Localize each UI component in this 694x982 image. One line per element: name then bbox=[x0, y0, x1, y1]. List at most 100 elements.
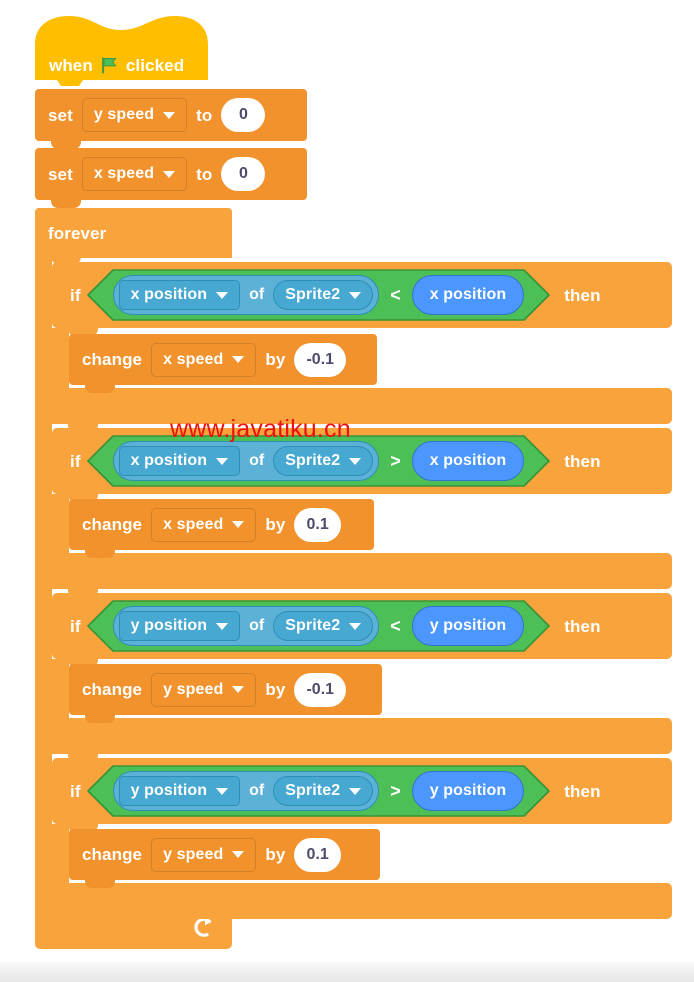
sensing-of-block-0[interactable]: x position of Sprite2 bbox=[112, 275, 380, 315]
if-spine-3 bbox=[52, 824, 69, 883]
block-notch bbox=[85, 550, 115, 558]
value-input-1[interactable]: 0 bbox=[221, 157, 266, 191]
property-dropdown-0[interactable]: x position bbox=[118, 280, 241, 310]
change-amount-input-1[interactable]: 0.1 bbox=[294, 507, 341, 542]
if-block-2[interactable]: if y position of Sprite2 < y position th… bbox=[52, 593, 672, 659]
if-block-3[interactable]: if y position of Sprite2 > y position th… bbox=[52, 758, 672, 824]
change-variable-block-0[interactable]: change x speed by -0.1 bbox=[69, 334, 377, 393]
if-block-1[interactable]: if x position of Sprite2 > x position th… bbox=[52, 428, 672, 494]
variable-dropdown-3[interactable]: y speed bbox=[151, 837, 257, 872]
if-label: if bbox=[70, 616, 81, 636]
greater-than-operator-1[interactable]: x position of Sprite2 > x position bbox=[86, 435, 551, 487]
if-bottom-notch-3 bbox=[68, 919, 98, 927]
motion-reporter-3[interactable]: y position bbox=[411, 771, 525, 811]
change-verb-label: change bbox=[82, 680, 143, 699]
by-connector-label: by bbox=[265, 680, 286, 699]
if-footer-1[interactable] bbox=[52, 553, 672, 589]
variable-dropdown-1[interactable]: x speed bbox=[151, 507, 257, 542]
change-variable-block-1[interactable]: change x speed by 0.1 bbox=[69, 499, 374, 558]
property-dropdown-1[interactable]: x position bbox=[118, 446, 241, 476]
change-amount-input-2[interactable]: -0.1 bbox=[294, 672, 347, 707]
property-dropdown-3[interactable]: y position bbox=[118, 776, 241, 806]
chevron-down-icon bbox=[163, 170, 176, 178]
variable-dropdown-label: y speed bbox=[163, 845, 224, 863]
sensing-of-block-3[interactable]: y position of Sprite2 bbox=[112, 771, 380, 811]
to-connector-label: to bbox=[196, 164, 213, 184]
block-notch bbox=[85, 880, 115, 888]
chevron-down-icon bbox=[349, 457, 362, 465]
set-verb-label: set bbox=[48, 164, 73, 184]
chevron-down-icon bbox=[216, 787, 229, 795]
greater-than-operator-3[interactable]: y position of Sprite2 > y position bbox=[86, 765, 551, 817]
less-than-operator-0[interactable]: x position of Sprite2 < x position bbox=[86, 269, 551, 321]
chevron-down-icon bbox=[232, 356, 245, 363]
target-dropdown-1[interactable]: Sprite2 bbox=[273, 446, 374, 476]
property-dropdown-2[interactable]: y position bbox=[118, 611, 241, 641]
target-label: Sprite2 bbox=[285, 286, 341, 303]
by-connector-label: by bbox=[265, 845, 286, 864]
set-verb-label: set bbox=[48, 105, 73, 125]
motion-reporter-label: y position bbox=[429, 617, 507, 634]
if-spine-0 bbox=[52, 328, 69, 388]
then-label: then bbox=[564, 451, 601, 471]
change-verb-label: change bbox=[82, 515, 143, 534]
if-label: if bbox=[70, 451, 81, 471]
set-variable-block-1[interactable]: set x speed to 0 bbox=[35, 148, 307, 208]
target-label: Sprite2 bbox=[285, 617, 341, 634]
target-label: Sprite2 bbox=[285, 452, 341, 469]
value-input-0[interactable]: 0 bbox=[221, 98, 266, 132]
operator-symbol-1: > bbox=[390, 450, 401, 471]
chevron-down-icon bbox=[349, 291, 362, 299]
bottom-edge-strip bbox=[0, 962, 694, 982]
sensing-of-block-1[interactable]: x position of Sprite2 bbox=[112, 441, 380, 481]
by-connector-label: by bbox=[265, 515, 286, 534]
less-than-operator-2[interactable]: y position of Sprite2 < y position bbox=[86, 600, 551, 652]
change-variable-block-2[interactable]: change y speed by -0.1 bbox=[69, 664, 382, 723]
if-footer-0[interactable] bbox=[52, 388, 672, 424]
property-label: y position bbox=[130, 782, 208, 799]
block-notch bbox=[85, 385, 115, 393]
chevron-down-icon bbox=[216, 291, 229, 299]
if-footer-2[interactable] bbox=[52, 718, 672, 754]
variable-dropdown-2[interactable]: y speed bbox=[151, 672, 257, 707]
chevron-down-icon bbox=[349, 787, 362, 795]
then-label: then bbox=[564, 616, 601, 636]
sensing-of-block-2[interactable]: y position of Sprite2 bbox=[112, 606, 380, 646]
of-label: of bbox=[249, 452, 265, 469]
to-connector-label: to bbox=[196, 105, 213, 125]
target-dropdown-0[interactable]: Sprite2 bbox=[273, 280, 374, 310]
target-dropdown-3[interactable]: Sprite2 bbox=[273, 776, 374, 806]
if-spine-2 bbox=[52, 659, 69, 718]
chevron-down-icon bbox=[216, 457, 229, 465]
forever-header[interactable]: forever bbox=[35, 208, 232, 258]
property-label: x position bbox=[130, 286, 208, 303]
if-label: if bbox=[70, 285, 81, 305]
change-verb-label: change bbox=[82, 350, 143, 369]
change-amount-input-0[interactable]: -0.1 bbox=[294, 342, 347, 377]
motion-reporter-2[interactable]: y position bbox=[411, 606, 525, 646]
when-flag-clicked-block[interactable]: when clicked bbox=[35, 14, 208, 88]
chevron-down-icon bbox=[216, 622, 229, 630]
motion-reporter-label: x position bbox=[429, 452, 507, 469]
variable-dropdown-label: y speed bbox=[93, 106, 155, 123]
operator-symbol-0: < bbox=[390, 284, 401, 305]
set-variable-block-0[interactable]: set y speed to 0 bbox=[35, 89, 307, 149]
target-dropdown-2[interactable]: Sprite2 bbox=[273, 611, 374, 641]
if-block-0[interactable]: if x position of Sprite2 < x position th… bbox=[52, 262, 672, 328]
clicked-label: clicked bbox=[125, 56, 185, 75]
chevron-down-icon bbox=[232, 851, 245, 858]
change-amount-input-3[interactable]: 0.1 bbox=[294, 837, 341, 872]
block-notch bbox=[85, 715, 115, 723]
operator-symbol-3: > bbox=[390, 780, 401, 801]
motion-reporter-0[interactable]: x position bbox=[411, 275, 525, 315]
variable-dropdown-x-speed[interactable]: x speed bbox=[81, 157, 188, 191]
property-label: x position bbox=[130, 452, 208, 469]
variable-dropdown-label: x speed bbox=[163, 515, 224, 533]
hat-block-shape bbox=[35, 16, 208, 86]
scratch-script-canvas: when clicked set y speed to 0 set x spee… bbox=[0, 0, 694, 982]
variable-dropdown-0[interactable]: x speed bbox=[151, 342, 257, 377]
variable-dropdown-y-speed[interactable]: y speed bbox=[81, 98, 188, 132]
motion-reporter-1[interactable]: x position bbox=[411, 441, 525, 481]
change-variable-block-3[interactable]: change y speed by 0.1 bbox=[69, 829, 380, 888]
if-footer-3[interactable] bbox=[52, 883, 672, 919]
